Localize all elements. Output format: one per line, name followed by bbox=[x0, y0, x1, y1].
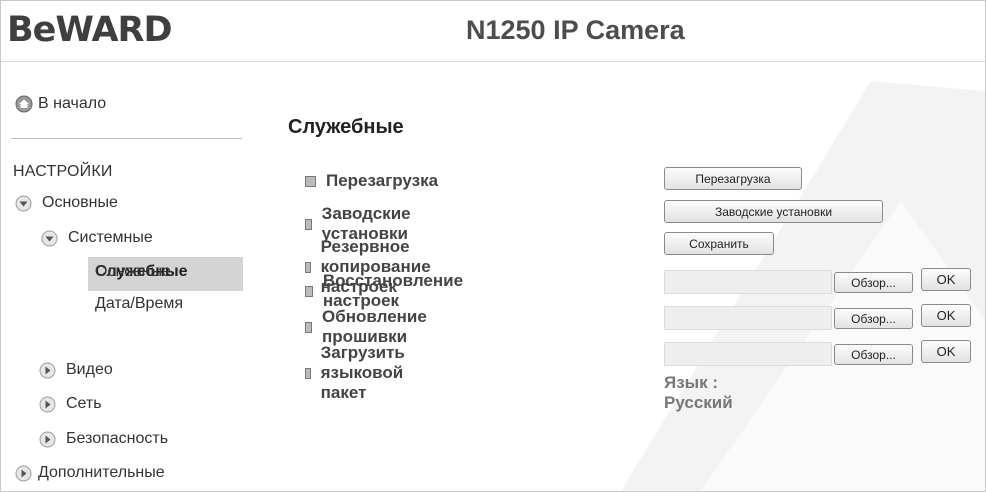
page-title: Служебные bbox=[288, 116, 404, 138]
reboot-button[interactable]: Перезагрузка bbox=[664, 167, 802, 190]
bullet-icon bbox=[305, 367, 311, 379]
sidebar-item-system-basic[interactable]: Основные bbox=[95, 263, 171, 281]
app-frame: BeWARD N1250 IP Camera В начало НАСТРОЙК… bbox=[0, 0, 986, 492]
langpack-browse-button[interactable]: Обзор... bbox=[834, 344, 913, 365]
restore-label-text: Восстановление настроек bbox=[322, 271, 464, 310]
bullet-icon bbox=[305, 218, 312, 230]
bullet-icon bbox=[305, 175, 316, 187]
langpack-label-text: Загрузить языковой пакет bbox=[320, 343, 405, 402]
reboot-label: Перезагрузка bbox=[305, 171, 438, 191]
langpack-label: Загрузить языковой пакет bbox=[305, 343, 410, 403]
firmware-file-input[interactable] bbox=[664, 306, 832, 330]
current-language: Язык : Русский bbox=[664, 373, 733, 412]
chevron-down-icon bbox=[41, 230, 58, 246]
langpack-file-input[interactable] bbox=[664, 342, 832, 366]
firmware-browse-button[interactable]: Обзор... bbox=[834, 308, 913, 329]
sidebar-item-label: Основные bbox=[95, 263, 171, 280]
restore-browse-button[interactable]: Обзор... bbox=[834, 272, 913, 293]
beward-logo: BeWARD bbox=[7, 10, 173, 50]
sidebar-divider bbox=[11, 138, 242, 139]
home-label: В начало bbox=[38, 95, 107, 112]
firmware-label: Обновление прошивки bbox=[305, 307, 431, 347]
header-divider bbox=[1, 61, 985, 62]
restore-ok-button[interactable]: OK bbox=[921, 268, 971, 291]
backup-save-button[interactable]: Сохранить bbox=[664, 232, 774, 255]
header: BeWARD N1250 IP Camera bbox=[1, 1, 985, 65]
factory-reset-button[interactable]: Заводские установки bbox=[664, 200, 883, 223]
page-header-title: N1250 IP Camera bbox=[466, 15, 685, 45]
chevron-down-icon bbox=[15, 195, 32, 211]
home-icon bbox=[15, 95, 33, 113]
sidebar-item-label: Основные bbox=[42, 194, 118, 211]
sidebar-item-basic[interactable]: Основные bbox=[15, 194, 118, 212]
sidebar-item-system[interactable]: Системные bbox=[41, 229, 153, 247]
bullet-icon bbox=[305, 321, 313, 333]
home-link[interactable]: В начало bbox=[15, 95, 106, 113]
sidebar-item-label: Системные bbox=[68, 229, 153, 246]
restore-label: Восстановление настроек bbox=[305, 271, 466, 311]
sidebar-item-label: Дата/Время bbox=[95, 295, 184, 312]
reboot-label-text: Перезагрузка bbox=[326, 171, 439, 190]
firmware-label-text: Обновление прошивки bbox=[322, 307, 427, 346]
sidebar: В начало НАСТРОЙКИ Основные Системные Ос… bbox=[1, 65, 243, 491]
restore-file-input[interactable] bbox=[664, 270, 832, 294]
bullet-icon bbox=[305, 285, 313, 297]
sidebar-item-datetime[interactable]: Дата/Время bbox=[95, 295, 183, 313]
langpack-ok-button[interactable]: OK bbox=[921, 340, 971, 363]
firmware-ok-button[interactable]: OK bbox=[921, 304, 971, 327]
settings-section-title: НАСТРОЙКИ bbox=[13, 163, 113, 180]
